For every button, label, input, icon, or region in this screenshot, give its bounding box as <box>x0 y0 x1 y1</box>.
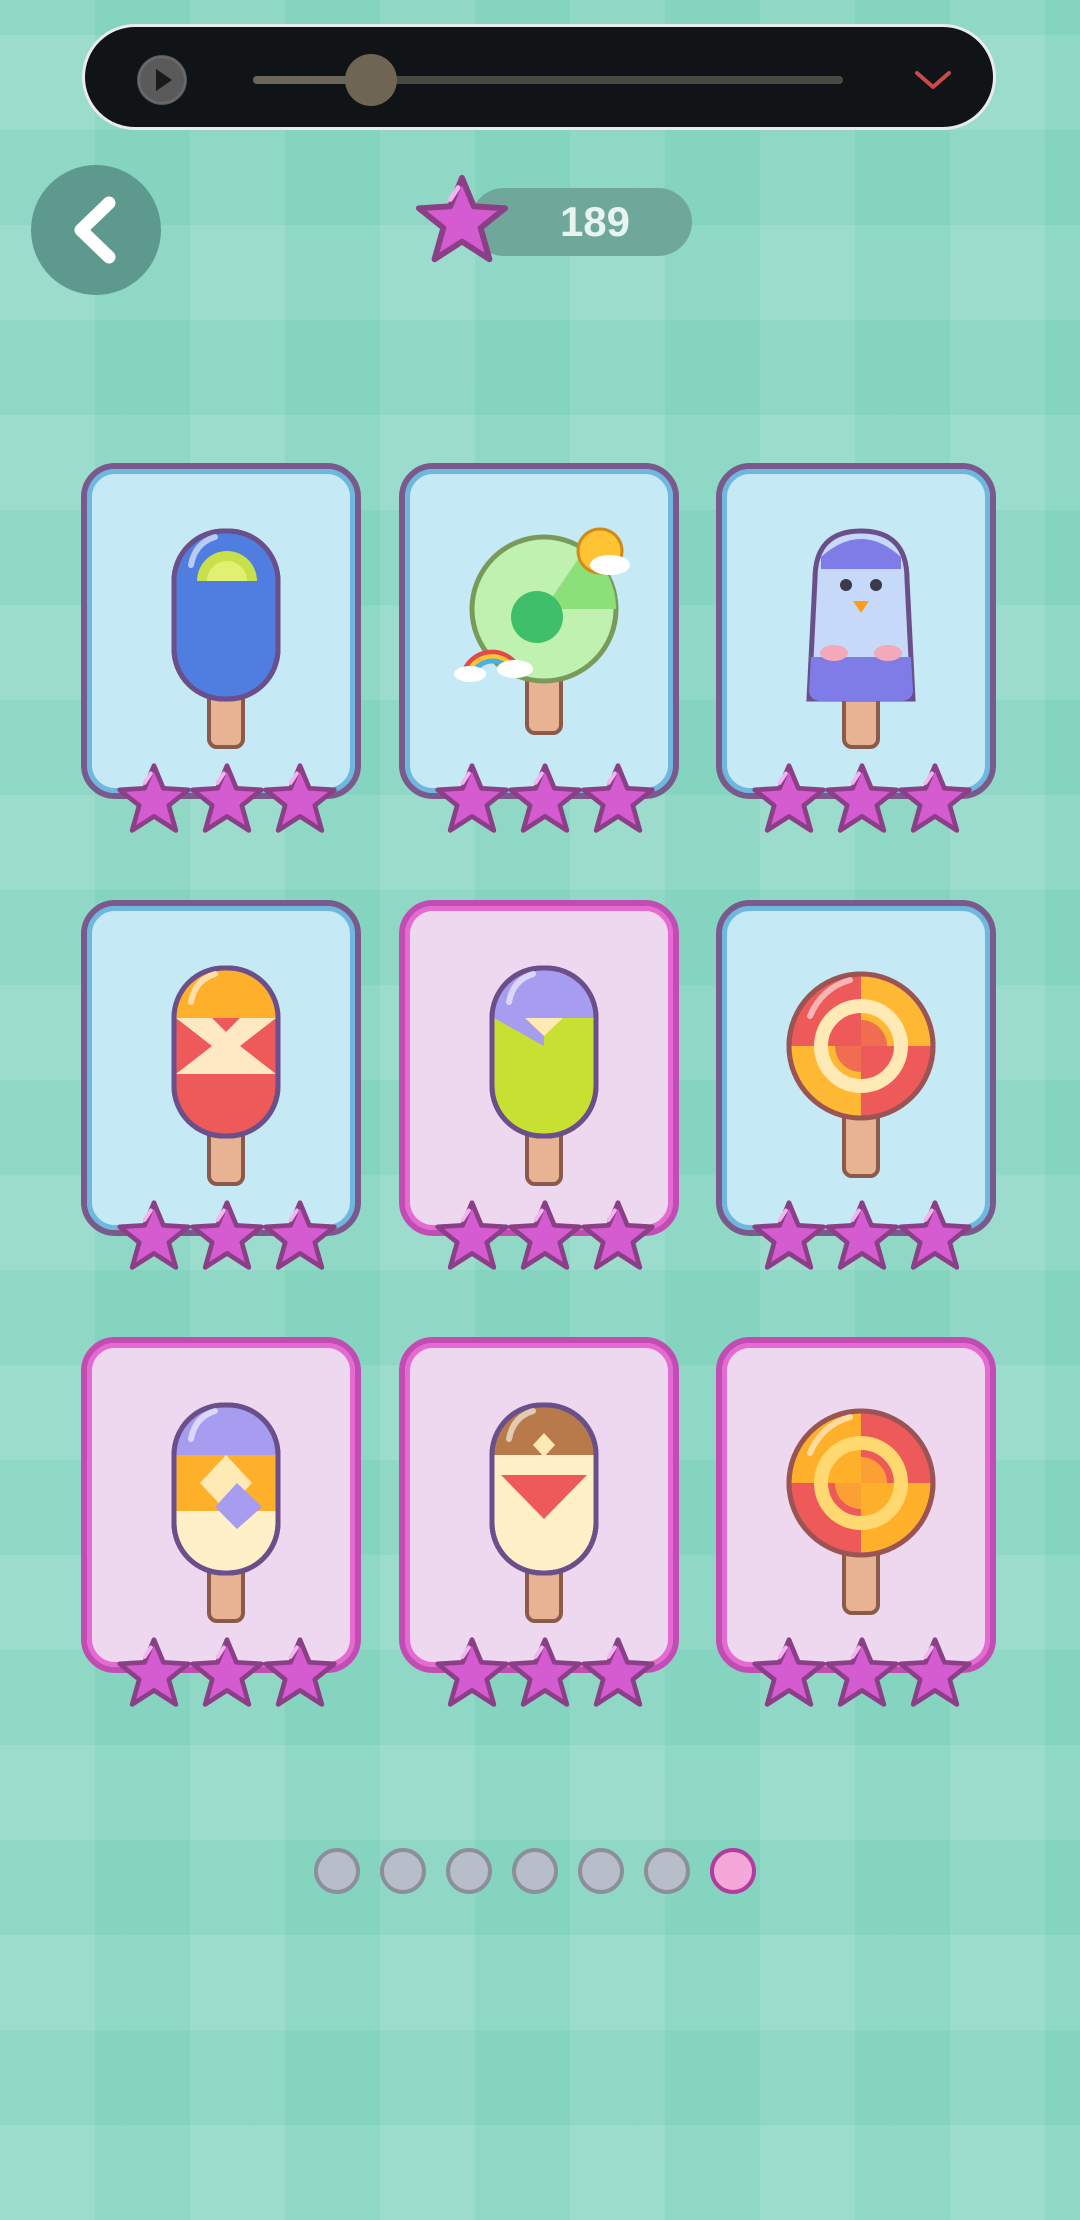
collapse-button[interactable] <box>913 60 953 100</box>
star-earned-icon <box>581 763 655 833</box>
level-card-8[interactable] <box>399 1337 679 1707</box>
level-card-2[interactable] <box>399 463 679 833</box>
star-earned-icon <box>898 1200 972 1270</box>
star-earned-icon <box>898 1637 972 1707</box>
level-card-9[interactable] <box>716 1337 996 1707</box>
star-earned-icon <box>190 1637 264 1707</box>
level-card-3[interactable] <box>716 463 996 833</box>
star-earned-icon <box>435 1637 509 1707</box>
star-earned-icon <box>190 763 264 833</box>
page-dot-4[interactable] <box>512 1848 558 1894</box>
level-stars <box>750 1635 976 1713</box>
star-earned-icon <box>117 763 191 833</box>
page-dot-7[interactable] <box>710 1848 756 1894</box>
star-earned-icon <box>435 1200 509 1270</box>
page-dot-5[interactable] <box>578 1848 624 1894</box>
level-card-6[interactable] <box>716 900 996 1270</box>
back-button[interactable] <box>31 165 161 295</box>
star-earned-icon <box>825 763 899 833</box>
media-player-bar <box>82 24 996 130</box>
level-stars <box>433 1198 659 1276</box>
level-stars <box>115 761 341 839</box>
star-earned-icon <box>752 1637 826 1707</box>
level-stars <box>433 761 659 839</box>
level-card-5[interactable] <box>399 900 679 1270</box>
play-icon <box>138 56 186 104</box>
star-earned-icon <box>117 1637 191 1707</box>
level-card-4[interactable] <box>81 900 361 1270</box>
page-dot-3[interactable] <box>446 1848 492 1894</box>
star-icon <box>415 174 509 263</box>
level-card-7[interactable] <box>81 1337 361 1707</box>
level-stars <box>433 1635 659 1713</box>
page-dot-6[interactable] <box>644 1848 690 1894</box>
chevron-down-icon <box>915 71 951 89</box>
star-earned-icon <box>508 1637 582 1707</box>
level-stars <box>115 1635 341 1713</box>
star-earned-icon <box>581 1200 655 1270</box>
star-earned-icon <box>117 1200 191 1270</box>
page-dot-1[interactable] <box>314 1848 360 1894</box>
star-earned-icon <box>263 763 337 833</box>
star-earned-icon <box>263 1637 337 1707</box>
star-earned-icon <box>508 763 582 833</box>
star-earned-icon <box>435 763 509 833</box>
level-stars <box>115 1198 341 1276</box>
star-earned-icon <box>508 1200 582 1270</box>
star-earned-icon <box>752 763 826 833</box>
star-earned-icon <box>581 1637 655 1707</box>
media-seek-track[interactable] <box>253 54 843 106</box>
star-earned-icon <box>825 1637 899 1707</box>
star-earned-icon <box>263 1200 337 1270</box>
level-stars <box>750 761 976 839</box>
page-indicator <box>314 1848 766 1902</box>
level-stars <box>750 1198 976 1276</box>
level-card-1[interactable] <box>81 463 361 833</box>
play-button[interactable] <box>137 55 187 105</box>
page-dot-2[interactable] <box>380 1848 426 1894</box>
chevron-left-icon <box>74 196 116 264</box>
star-earned-icon <box>898 763 972 833</box>
media-seek-thumb[interactable] <box>345 54 397 106</box>
star-earned-icon <box>825 1200 899 1270</box>
star-earned-icon <box>752 1200 826 1270</box>
star-earned-icon <box>190 1200 264 1270</box>
